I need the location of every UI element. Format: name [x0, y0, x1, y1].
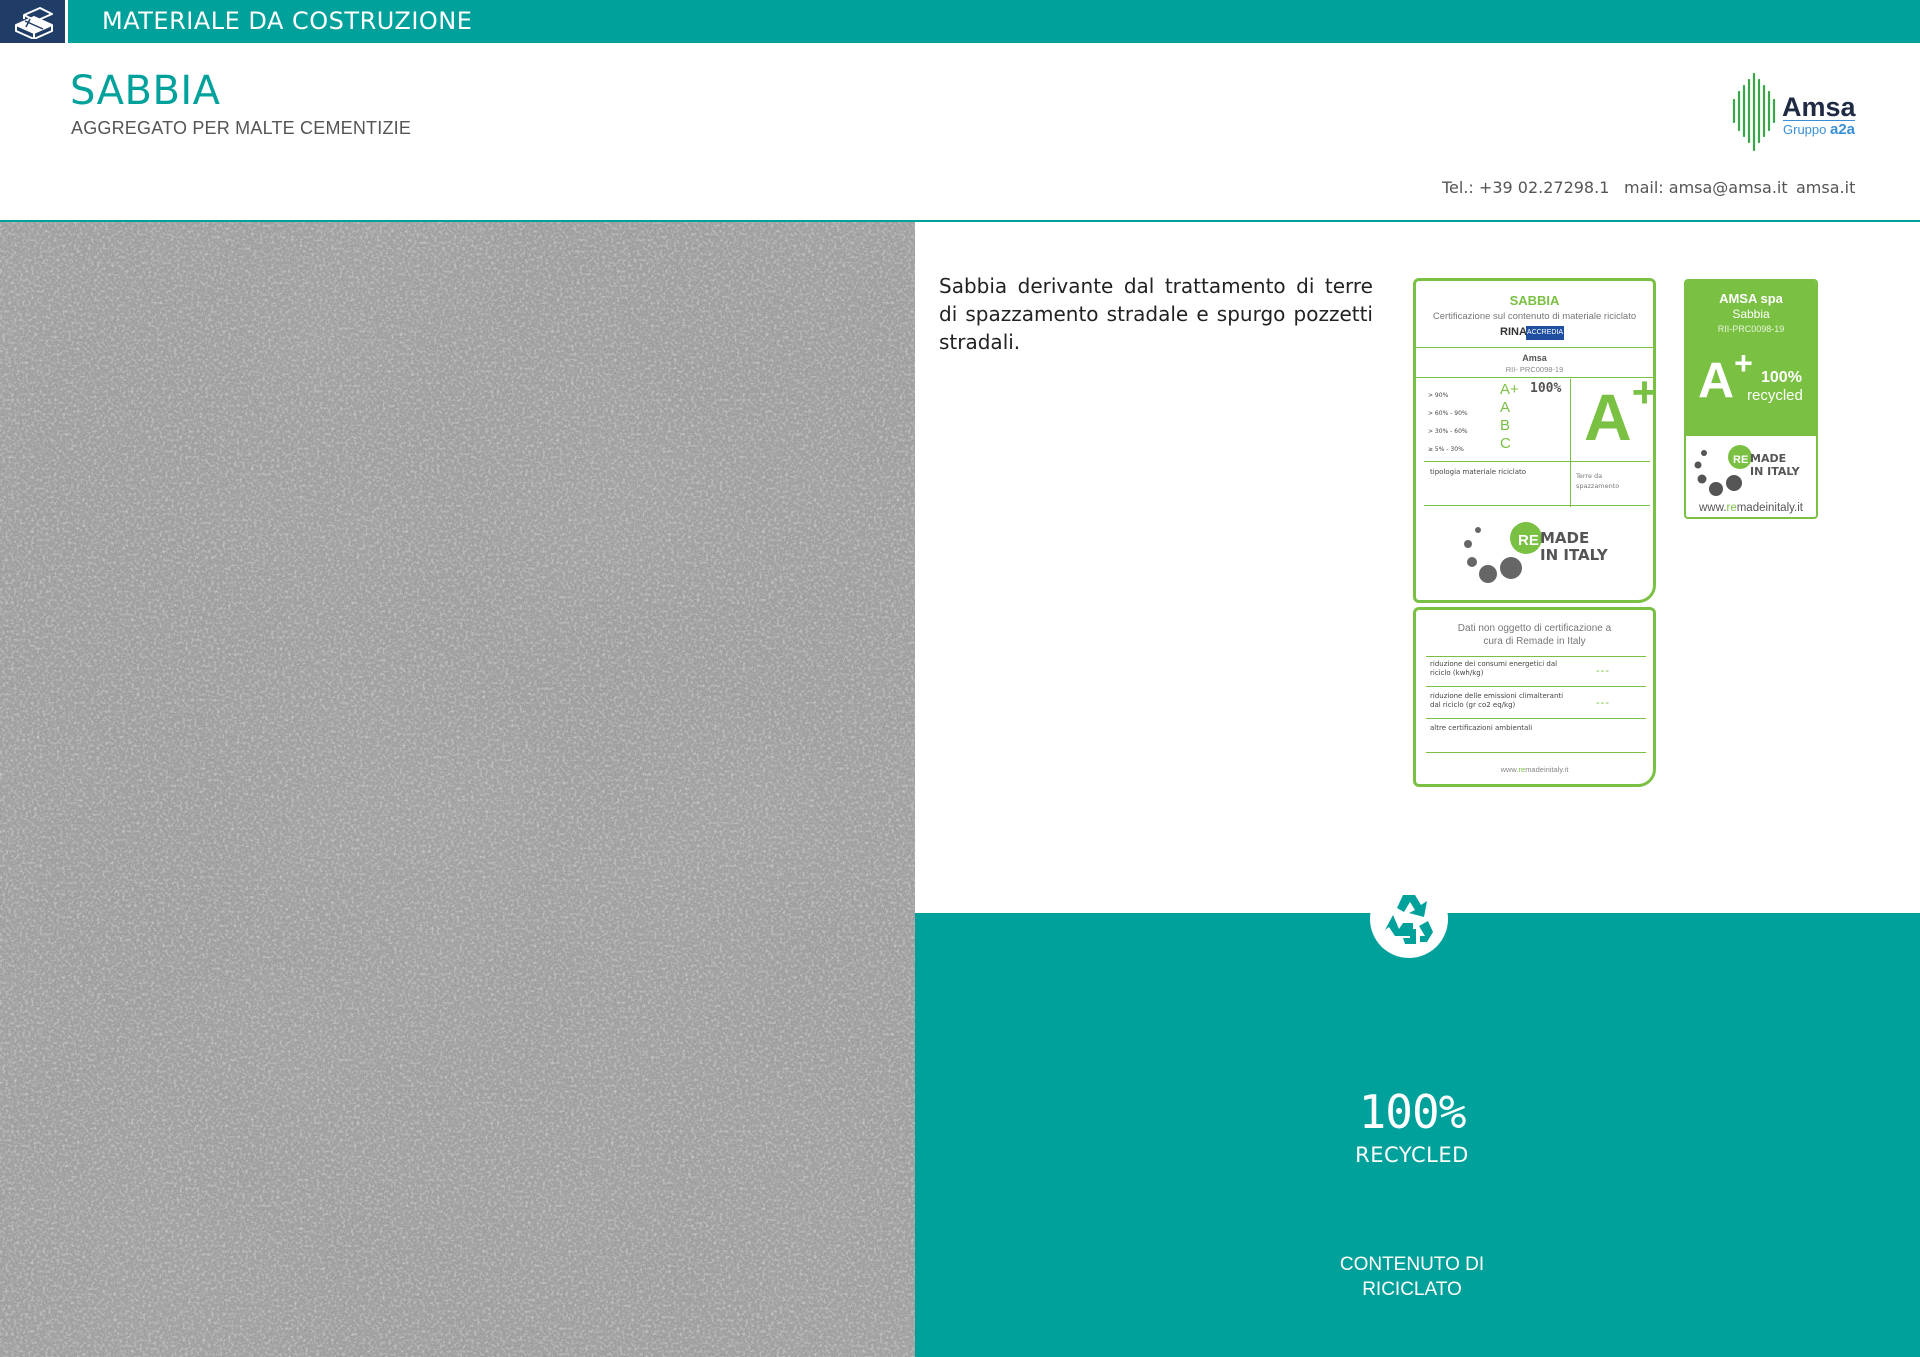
certificate-vertical-divider — [1570, 379, 1571, 507]
recycled-percent: 100% — [1358, 1085, 1467, 1139]
small-remade-line1: MADE — [1750, 452, 1786, 465]
remade-in-italy-logo-icon: RE MADE IN ITALY — [1464, 522, 1609, 583]
rina-logo: RINA — [1500, 326, 1527, 338]
category-title: MATERIALE DA COSTRUZIONE — [102, 7, 473, 35]
recycled-certificate: SABBIA Certificazione sul contenuto di m… — [1413, 278, 1657, 603]
contact-phone[interactable]: Tel.: +39 02.27298.1 — [1442, 178, 1609, 197]
material-type-label: tipologia materiale riciclato — [1430, 468, 1527, 476]
top-bar: MATERIALE DA COSTRUZIONE — [0, 0, 1920, 43]
data-row-value: --- — [1596, 665, 1610, 677]
small-remade-logo-icon: RE MADE IN ITALY — [1694, 445, 1801, 496]
recycle-icon — [1385, 895, 1433, 944]
web-prefix: www. — [1500, 765, 1519, 774]
web-suffix: madeinitaly.it — [1525, 765, 1569, 774]
bricks-icon — [15, 7, 53, 39]
small-certificate-product: Sabbia — [1732, 307, 1770, 321]
data-row-value: --- — [1596, 697, 1610, 709]
small-certificate-company: AMSA spa — [1719, 291, 1783, 306]
sand-photo — [0, 222, 915, 1357]
certificate-big-grade: A+ — [1584, 371, 1657, 451]
small-grade-plus: + — [1734, 345, 1753, 381]
certificate-divider — [1424, 461, 1650, 462]
small-remade-line2: IN ITALY — [1750, 465, 1801, 478]
big-grade-plus: + — [1631, 368, 1658, 417]
data-row-label: altre certificazioni ambientali — [1430, 724, 1533, 732]
small-remade-re: RE — [1733, 454, 1748, 466]
small-certificate-recycled: recycled — [1747, 387, 1803, 404]
big-grade-letter: A — [1584, 380, 1632, 454]
certificate-company: Amsa — [1522, 353, 1547, 363]
certificate-data-website[interactable]: www.remadeinitaly.it — [1416, 765, 1653, 774]
recycled-label: RECYCLED — [1355, 1143, 1469, 1167]
certificate-title: SABBIA — [1509, 293, 1560, 308]
certificate-divider — [1416, 377, 1653, 378]
grade-range: ≥ 5% - 30% — [1428, 446, 1464, 453]
small-certificate-grade: A+ — [1698, 347, 1753, 409]
certificate-description: Certificazione sul contenuto di material… — [1432, 311, 1637, 322]
recycled-content-label: CONTENUTO DI RICICLATO — [1339, 1254, 1485, 1300]
data-divider — [1426, 718, 1646, 719]
data-row-label: riduzione delle emissioni climalteranti … — [1430, 692, 1564, 709]
web-suffix: madeinitaly.it — [1736, 502, 1803, 514]
product-description: Sabbia derivante dal trattamento di terr… — [939, 274, 1373, 354]
small-certificate-label: AMSA spa Sabbia RII-PRC0098-19 A+ 100% r… — [1684, 279, 1818, 519]
grade-letter: B — [1500, 417, 1511, 434]
data-divider — [1426, 752, 1646, 753]
contact-website[interactable]: amsa.it — [1796, 178, 1855, 197]
small-certificate-percent: 100% — [1761, 369, 1802, 386]
grade-range: > 30% - 60% — [1428, 428, 1468, 435]
grade-letter: A+ — [1500, 381, 1519, 398]
data-row-label: riduzione dei consumi energetici dal ric… — [1430, 660, 1558, 677]
remade-re-text: RE — [1518, 532, 1539, 549]
certificate-divider — [1424, 505, 1650, 506]
remade-line2: IN ITALY — [1540, 546, 1609, 564]
contact-email[interactable]: mail: amsa@amsa.it — [1624, 178, 1788, 197]
data-divider — [1426, 656, 1646, 657]
page-subtitle: AGGREGATO PER MALTE CEMENTIZIE — [71, 118, 412, 138]
material-type-value: Terre da spazzamento — [1576, 472, 1620, 490]
grade-range: > 60% - 90% — [1428, 410, 1468, 417]
certificate-divider — [1416, 347, 1653, 348]
accredia-logo: ACCREDIA — [1526, 326, 1564, 340]
category-icon-box — [0, 0, 68, 43]
small-certificate-code: RII-PRC0098-19 — [1717, 324, 1785, 334]
web-re: re — [1726, 502, 1737, 514]
grade-range: > 90% — [1428, 392, 1449, 399]
small-grade-letter: A — [1698, 352, 1735, 409]
small-certificate-website[interactable]: www.remadeinitaly.it — [1686, 502, 1816, 514]
logo-group: Gruppo a2a — [1783, 121, 1855, 138]
data-divider — [1426, 686, 1646, 687]
logo-group-name: a2a — [1829, 121, 1856, 138]
logo-brand: Amsa — [1782, 92, 1856, 122]
logo-group-prefix: Gruppo — [1783, 122, 1830, 137]
certificate-data-box: Dati non oggetto di certificazione a cur… — [1413, 607, 1656, 787]
grade-letter: A — [1500, 399, 1511, 416]
web-prefix: www. — [1699, 502, 1727, 514]
recycle-badge — [1370, 880, 1448, 958]
certificate-data-heading: Dati non oggetto di certificazione a cur… — [1457, 623, 1612, 647]
page-title: SABBIA — [70, 68, 221, 114]
grade-letter: C — [1500, 435, 1511, 452]
certificate-percent: 100% — [1530, 381, 1562, 396]
certifier-logos: RINA ACCREDIA — [1500, 326, 1570, 340]
certificate-code: RII- PRC0098-19 — [1505, 365, 1564, 374]
remade-line1: MADE — [1540, 529, 1589, 547]
